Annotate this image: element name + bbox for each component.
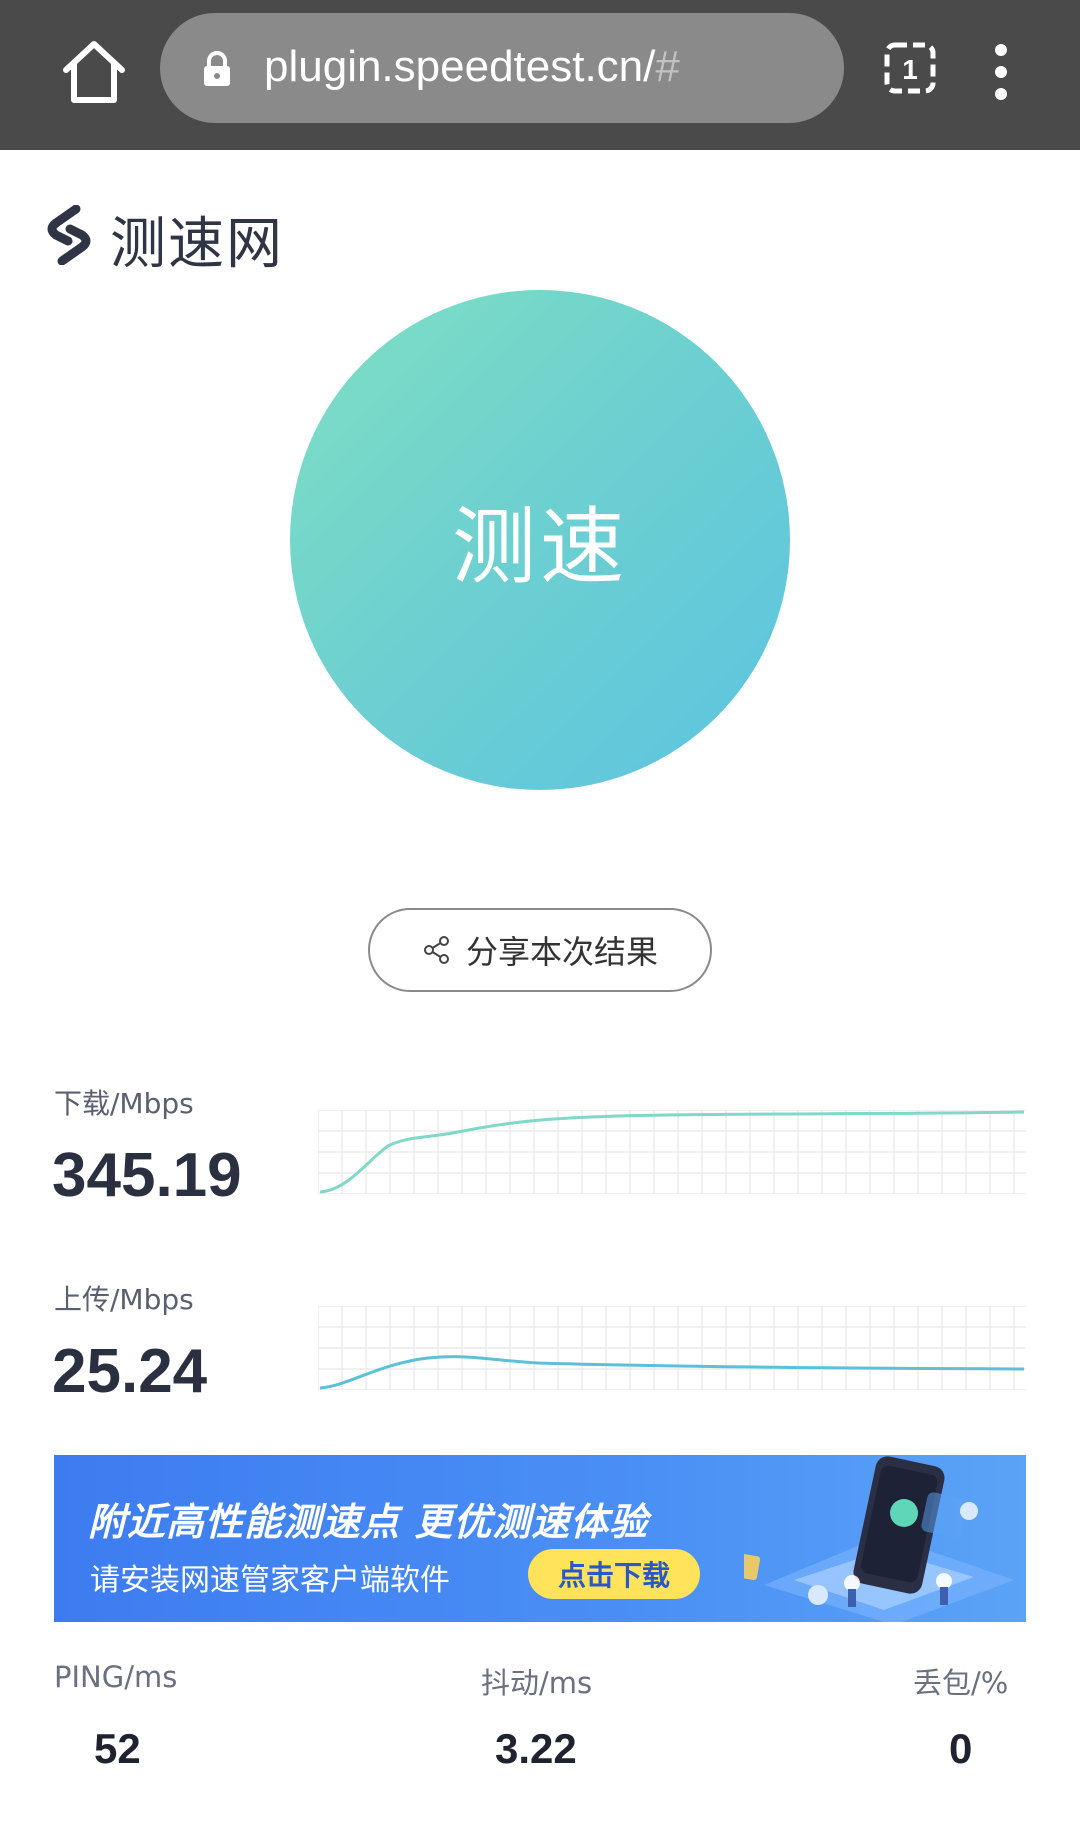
url-text: plugin.speedtest.cn/# [264,37,680,97]
banner-download-button[interactable]: 点击下载 [528,1549,700,1599]
banner-subtitle: 请安装网速管家客户端软件 [90,1563,450,1598]
jitter-label: 抖动/ms [481,1666,593,1700]
start-test-button[interactable]: 测速 [290,290,790,790]
home-icon [63,41,125,103]
tab-switcher-button[interactable]: 1 [884,42,936,94]
upload-value: 25.24 [52,1337,208,1406]
url-main: plugin.speedtest.cn/ [264,42,656,91]
download-app-banner[interactable]: 附近高性能测速点 更优测速体验 请安装网速管家客户端软件 点击下载 [54,1455,1026,1622]
overflow-menu-button[interactable] [986,42,1016,102]
share-result-button[interactable]: 分享本次结果 [368,908,712,992]
start-test-label: 测速 [451,497,628,596]
browser-toolbar: plugin.speedtest.cn/# 1 [0,0,1080,150]
upload-label: 上传/Mbps [54,1283,194,1316]
jitter-value: 3.22 [495,1725,577,1772]
share-result-label: 分享本次结果 [465,933,658,971]
phone-illustration [744,1456,1014,1622]
url-hash: # [655,42,680,91]
logo-mark-icon [47,205,91,265]
address-bar[interactable]: plugin.speedtest.cn/# [160,13,844,123]
download-value: 345.19 [52,1141,242,1210]
home-button[interactable] [56,34,132,110]
banner-title: 附近高性能测速点 更优测速体验 [88,1500,649,1544]
download-label: 下载/Mbps [54,1087,194,1120]
lock-icon [204,51,230,86]
packet-loss-value: 0 [949,1725,973,1772]
tab-count: 1 [902,54,918,85]
logo-text: 测速网 [110,212,284,277]
packet-loss-label: 丢包/% [913,1666,1009,1700]
tabs-icon: 1 [884,42,936,94]
more-vert-icon [995,44,1007,100]
download-graph [318,1110,1026,1194]
upload-graph [318,1306,1026,1390]
share-icon [423,936,449,964]
ping-value: 52 [94,1725,141,1772]
ping-label: PING/ms [54,1660,178,1694]
